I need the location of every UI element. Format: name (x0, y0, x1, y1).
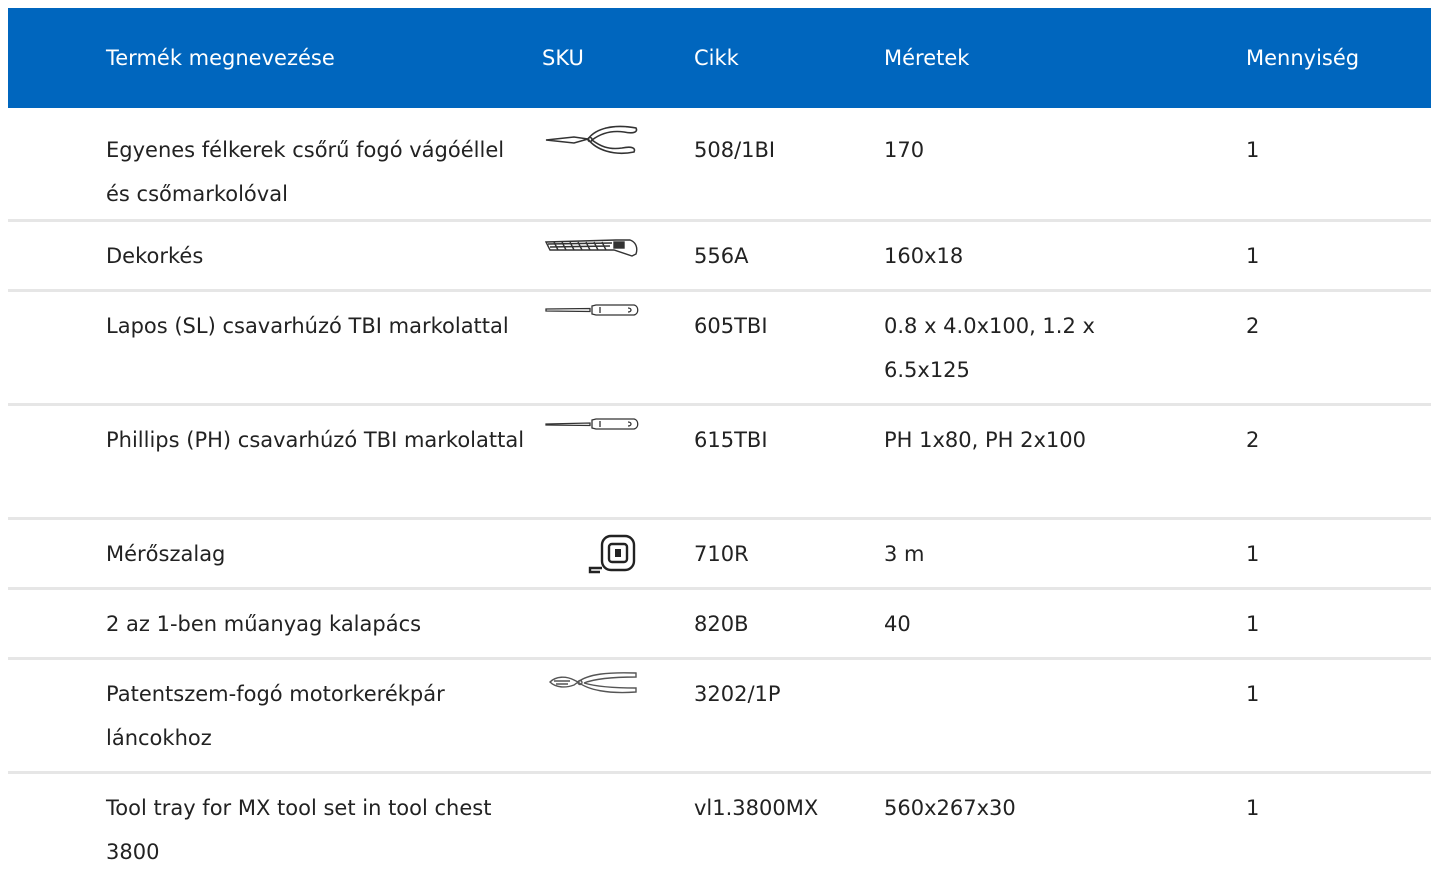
tape-measure-icon (588, 534, 636, 574)
table-row: Lapos (SL) csavarhúzó TBI markolattal 60… (8, 292, 1431, 406)
product-name: Tool tray for MX tool set in tool chest … (106, 796, 492, 864)
product-size: 0.8 x 4.0x100, 1.2 x 6.5x125 (884, 314, 1095, 382)
product-table: Termék megnevezése SKU Cikk Méretek Menn… (8, 8, 1431, 884)
table-row: Phillips (PH) csavarhúzó TBI markolattal… (8, 406, 1431, 520)
table-row: Egyenes félkerek csőrű fogó vágóéllel és… (8, 108, 1431, 222)
table-row: Tool tray for MX tool set in tool chest … (8, 774, 1431, 884)
product-size: 160x18 (884, 244, 964, 268)
product-name: Phillips (PH) csavarhúzó TBI markolattal (106, 428, 525, 452)
header-sku: SKU (542, 46, 584, 70)
table-row: 2 az 1-ben műanyag kalapács 820B 40 1 (8, 590, 1431, 660)
product-name: Mérőszalag (106, 542, 226, 566)
article-number: 508/1BI (694, 138, 776, 162)
product-name: Lapos (SL) csavarhúzó TBI markolattal (106, 314, 509, 338)
table-header: Termék megnevezése SKU Cikk Méretek Menn… (8, 8, 1431, 108)
product-size: 170 (884, 138, 925, 162)
article-number: 3202/1P (694, 682, 781, 706)
article-number: 710R (694, 542, 749, 566)
product-name: Egyenes félkerek csőrű fogó vágóéllel és… (106, 138, 505, 206)
article-number: 605TBI (694, 314, 768, 338)
product-quantity: 1 (1246, 244, 1260, 268)
article-number: 615TBI (694, 428, 768, 452)
screwdriver-icon (545, 418, 639, 430)
product-name: Dekorkés (106, 244, 204, 268)
product-size: PH 1x80, PH 2x100 (884, 428, 1086, 452)
product-quantity: 1 (1246, 682, 1260, 706)
product-name: Patentszem-fogó motorkerékpár láncokhoz (106, 682, 445, 750)
header-size: Méretek (884, 46, 970, 70)
article-number: vl1.3800MX (694, 796, 819, 820)
product-quantity: 1 (1246, 796, 1260, 820)
product-quantity: 1 (1246, 138, 1260, 162)
product-quantity: 1 (1246, 612, 1260, 636)
article-number: 556A (694, 244, 749, 268)
screwdriver-icon (545, 304, 639, 316)
product-quantity: 2 (1246, 428, 1260, 452)
product-quantity: 1 (1246, 542, 1260, 566)
product-size: 560x267x30 (884, 796, 1016, 820)
header-quantity: Mennyiség (1246, 46, 1360, 70)
product-size: 3 m (884, 542, 925, 566)
header-article: Cikk (694, 46, 739, 70)
article-number: 820B (694, 612, 749, 636)
chain-pliers-icon (549, 672, 637, 694)
product-quantity: 2 (1246, 314, 1260, 338)
pliers-icon (545, 125, 638, 155)
table-row: Dekorkés 556A 160x18 1 (8, 222, 1431, 292)
product-name: 2 az 1-ben műanyag kalapács (106, 612, 422, 636)
header-name: Termék megnevezése (106, 46, 335, 70)
product-size: 40 (884, 612, 911, 636)
utility-knife-icon (544, 239, 638, 257)
table-row: Mérőszalag 710R 3 m 1 (8, 520, 1431, 590)
table-row: Patentszem-fogó motorkerékpár láncokhoz … (8, 660, 1431, 774)
